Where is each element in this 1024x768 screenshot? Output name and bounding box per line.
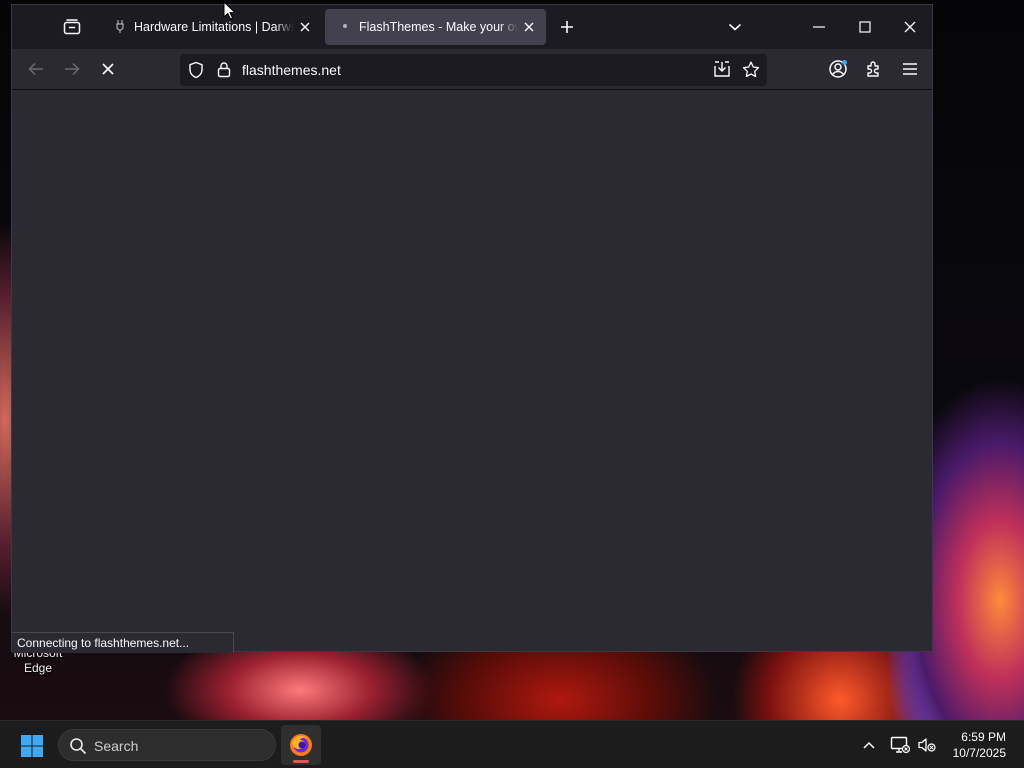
close-tab-icon[interactable] <box>296 18 314 36</box>
speaker-muted-icon <box>918 738 936 752</box>
windows-logo-icon <box>21 735 43 757</box>
minimize-icon <box>813 26 825 28</box>
shield-icon[interactable] <box>188 61 204 84</box>
show-hidden-icons-button[interactable] <box>857 733 881 757</box>
taskbar-search-box[interactable]: Search <box>58 729 276 761</box>
network-disconnected-icon <box>890 736 910 754</box>
menu-button[interactable] <box>895 54 925 84</box>
navigation-toolbar: flashthemes.net <box>12 49 932 90</box>
close-window-button[interactable] <box>894 12 926 42</box>
extensions-button[interactable] <box>859 54 889 84</box>
firefox-icon <box>290 734 312 756</box>
list-all-tabs-button[interactable] <box>719 12 751 42</box>
status-panel: Connecting to flashthemes.net... <box>12 632 234 653</box>
close-tab-icon[interactable] <box>520 18 538 36</box>
minimize-button[interactable] <box>803 12 835 42</box>
chevron-up-icon <box>863 741 875 749</box>
plus-icon <box>561 21 573 33</box>
stop-button[interactable] <box>93 54 123 84</box>
page-content-area[interactable] <box>12 91 932 651</box>
maximize-icon <box>859 21 871 33</box>
stop-icon <box>102 63 114 75</box>
back-button[interactable] <box>21 54 51 84</box>
hamburger-icon <box>903 63 917 75</box>
clock-date: 10/7/2025 <box>952 746 1006 760</box>
arrow-left-icon <box>28 62 43 76</box>
search-icon <box>69 737 87 760</box>
clock[interactable]: 6:59 PM 10/7/2025 <box>953 729 1006 761</box>
chevron-down-icon <box>728 23 742 31</box>
address-bar[interactable]: flashthemes.net <box>180 54 767 86</box>
maximize-button[interactable] <box>849 12 881 42</box>
arrow-right-icon <box>65 62 80 76</box>
puzzle-icon <box>867 61 879 77</box>
tab-hardware-limitations[interactable]: Hardware Limitations | DarwinK <box>100 9 322 45</box>
account-button[interactable] <box>823 54 853 84</box>
lock-icon[interactable] <box>217 61 231 83</box>
mouse-cursor-icon <box>223 1 236 25</box>
browser-window: Hardware Limitations | DarwinK FlashThem… <box>11 4 933 653</box>
tab-title: FlashThemes - Make your own <box>359 20 518 34</box>
network-status-button[interactable] <box>888 733 912 757</box>
search-label: Search <box>94 738 139 754</box>
tab-groups-icon[interactable] <box>56 12 88 42</box>
taskbar: Search 6:59 PM 10/7/2025 <box>0 720 1024 768</box>
start-button[interactable] <box>14 729 50 763</box>
plug-icon <box>112 19 128 36</box>
clock-time: 6:59 PM <box>961 730 1006 744</box>
tab-strip: Hardware Limitations | DarwinK FlashThem… <box>12 5 932 49</box>
volume-muted-button[interactable] <box>915 733 939 757</box>
new-tab-button[interactable] <box>551 12 583 42</box>
taskbar-firefox-button[interactable] <box>281 725 321 765</box>
tab-title: Hardware Limitations | DarwinK <box>134 20 294 34</box>
running-indicator <box>293 760 309 763</box>
tab-flashthemes[interactable]: FlashThemes - Make your own <box>325 9 546 45</box>
close-icon <box>904 21 916 33</box>
download-page-icon[interactable] <box>713 61 731 83</box>
url-text[interactable]: flashthemes.net <box>242 62 341 78</box>
dot-icon <box>337 21 353 33</box>
account-icon <box>829 60 847 78</box>
star-icon[interactable] <box>742 61 760 83</box>
forward-button[interactable] <box>57 54 87 84</box>
